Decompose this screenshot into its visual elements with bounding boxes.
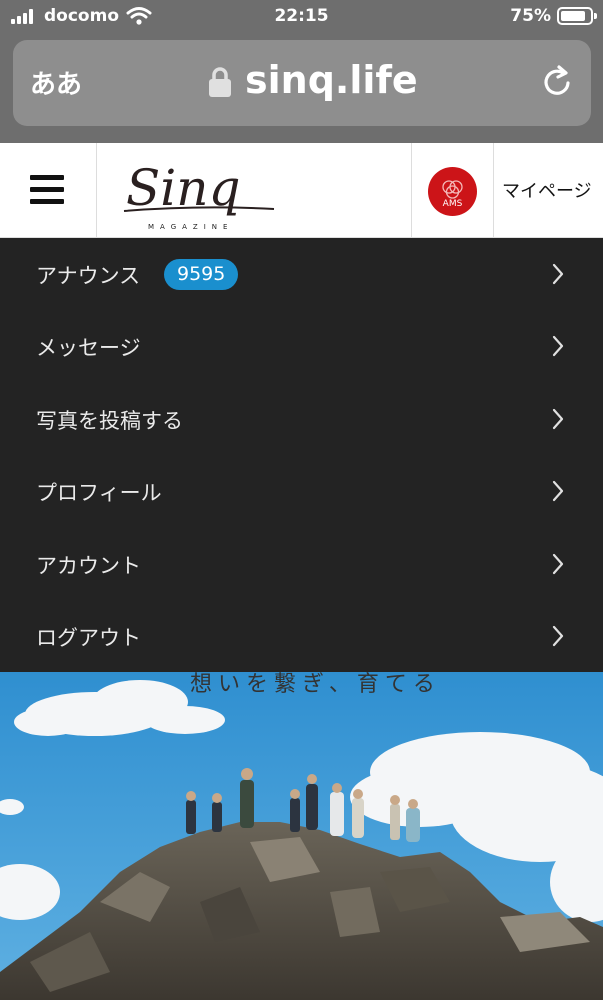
reload-icon[interactable] xyxy=(541,64,575,100)
menu-item-label: アナウンス xyxy=(36,264,141,288)
chevron-right-icon xyxy=(552,263,564,285)
menu-item-post-photo[interactable]: 写真を投稿する xyxy=(0,383,603,455)
chevron-right-icon xyxy=(552,480,564,502)
chevron-right-icon xyxy=(552,408,564,430)
hamburger-menu-button[interactable] xyxy=(0,143,97,237)
avatar-label: AMS xyxy=(442,199,463,209)
battery-percent: 75% xyxy=(510,6,551,26)
browser-chrome: docomo 22:15 75% ああ sinq.life xyxy=(0,0,603,143)
logo-subtitle: MAGAZINE xyxy=(148,223,234,231)
menu-item-label: プロフィール xyxy=(36,481,162,505)
lock-icon xyxy=(209,67,231,97)
menu-item-label: ログアウト xyxy=(36,626,141,650)
menu-item-announce[interactable]: アナウンス 9595 xyxy=(0,238,603,310)
menu-item-profile[interactable]: プロフィール xyxy=(0,455,603,527)
avatar-button[interactable]: AMS xyxy=(411,143,494,237)
url-text[interactable]: sinq.life xyxy=(245,58,418,102)
text-size-button[interactable]: ああ xyxy=(30,64,82,101)
status-bar: docomo 22:15 75% xyxy=(0,0,603,34)
address-bar[interactable]: ああ sinq.life xyxy=(13,40,591,126)
chevron-right-icon xyxy=(552,553,564,575)
menu-item-account[interactable]: アカウント xyxy=(0,528,603,600)
menu-item-messages[interactable]: メッセージ xyxy=(0,310,603,382)
chevron-right-icon xyxy=(552,335,564,357)
mypage-link[interactable]: マイページ xyxy=(502,177,592,203)
menu-item-logout[interactable]: ログアウト xyxy=(0,600,603,672)
menu-item-label: メッセージ xyxy=(36,336,141,360)
avatar: AMS xyxy=(428,167,477,216)
menu-item-label: アカウント xyxy=(36,554,141,578)
chevron-right-icon xyxy=(552,625,564,647)
battery-icon xyxy=(557,7,597,25)
mountain-summit-photo xyxy=(0,672,603,1000)
menu-item-label: 写真を投稿する xyxy=(36,409,183,433)
hero-caption: 想いを繋ぎ、育てる xyxy=(190,672,441,697)
site-header: Sinq MAGAZINE AMS マイページ xyxy=(0,143,603,238)
hero-image[interactable]: 想いを繋ぎ、育てる xyxy=(0,672,603,1000)
dropdown-menu: アナウンス 9595 メッセージ 写真を投稿する プロフィール アカウント ログ… xyxy=(0,238,603,672)
notification-badge: 9595 xyxy=(164,259,239,290)
